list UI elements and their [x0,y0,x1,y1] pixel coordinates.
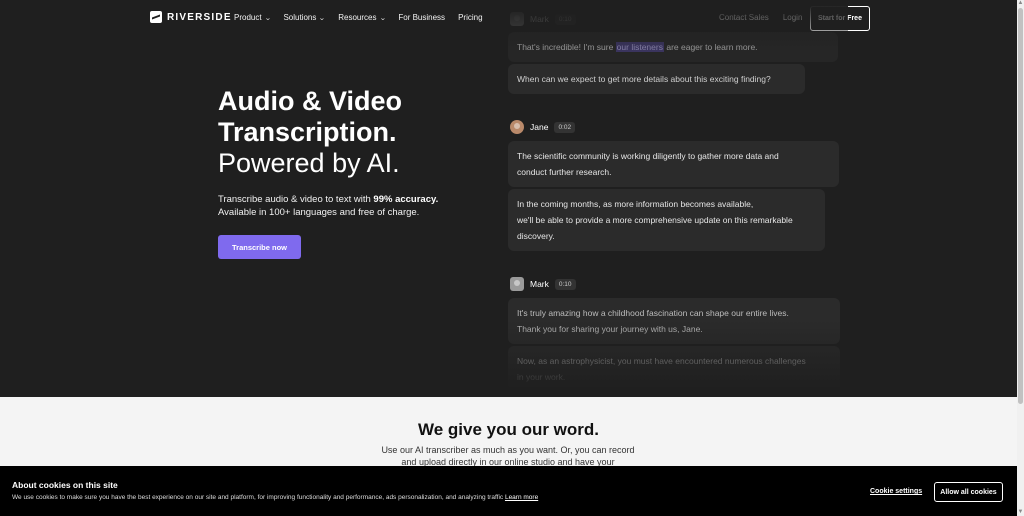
title-line-3: Powered by AI. [218,148,400,178]
title-line-1: Audio & Video [218,86,403,116]
highlighted-words: our listeners [615,42,664,52]
nav-links: Product ⌄ Solutions ⌄ Resources ⌄ For Bu… [234,13,483,22]
nav-solutions[interactable]: Solutions ⌄ [283,13,325,22]
msg-text: The scientific community is working dili… [517,151,779,161]
hero-subtitle: Transcribe audio & video to text with 99… [218,193,438,219]
speaker-mark-top: Mark 0:10 [510,12,576,26]
nav-pricing-label: Pricing [458,13,483,22]
transcript-demo: Mark 0:10 That's incredible! I'm sure ou… [508,0,848,397]
page-title: Audio & Video Transcription. Powered by … [218,86,402,179]
scroll-down-icon[interactable]: ▼ [1017,509,1024,516]
transcript-bubble: In the coming months, as more informatio… [508,189,825,251]
msg-text: Now, as an astrophysicist, you must have… [517,356,806,366]
scrollbar-thumb[interactable] [1018,8,1023,404]
timestamp-badge: 0:02 [554,121,576,133]
nav-resources-label: Resources [338,13,377,22]
msg-text: It's truly amazing how a childhood fasci… [517,308,789,318]
section-text-line-1: Use our AI transcriber as much as you wa… [381,445,635,455]
nav-for-business[interactable]: For Business [398,13,445,22]
msg-text: are eager to learn more. [663,42,758,52]
nav-solutions-label: Solutions [283,13,317,22]
subtitle-text: Transcribe audio & video to text with [218,194,374,205]
logo[interactable]: RIVERSIDE [150,11,232,23]
section-text: Use our AI transcriber as much as you wa… [358,444,658,468]
speaker-jane: Jane 0:02 [510,120,576,134]
transcript-bubble: The scientific community is working dili… [508,141,839,187]
logo-text: RIVERSIDE [167,11,232,23]
avatar [510,12,524,26]
section-title: We give you our word. [417,420,600,439]
cookie-banner: About cookies on this site We use cookie… [0,466,1017,516]
title-line-2: Transcription. [218,117,397,147]
transcript-bubble: Now, as an astrophysicist, you must have… [508,346,840,392]
speaker-name: Mark [530,279,549,289]
subtitle-line-2: Available in 100+ languages and free of … [218,207,420,218]
msg-text: we'll be able to provide a more comprehe… [517,215,793,225]
scroll-up-icon[interactable]: ▲ [1017,0,1024,7]
msg-text: discovery. [517,231,555,241]
nav-product-label: Product [234,13,262,22]
msg-text: Thank you for sharing your journey with … [517,324,703,334]
chevron-down-icon: ⌄ [263,14,272,22]
riverside-logo-icon [150,11,162,23]
subtitle-accuracy: 99% accuracy. [373,194,439,205]
speaker-name: Jane [530,122,549,132]
cookie-settings-button[interactable]: Cookie settings [870,488,922,495]
cookie-title: About cookies on this site [12,480,118,490]
transcript-bubble: When can we expect to get more details a… [508,64,805,94]
transcribe-now-button[interactable]: Transcribe now [218,235,301,259]
avatar [510,120,524,134]
cookie-text-body: We use cookies to make sure you have the… [12,494,505,501]
msg-text: in your work. [517,372,566,382]
nav-product[interactable]: Product ⌄ [234,13,272,22]
nav-resources[interactable]: Resources ⌄ [338,13,386,22]
timestamp-badge: 0:10 [554,278,576,290]
timestamp-badge: 0:10 [554,13,576,25]
hero-section: RIVERSIDE Product ⌄ Solutions ⌄ Resource… [0,0,1017,397]
chevron-down-icon: ⌄ [378,14,386,22]
msg-text: conduct further research. [517,167,612,177]
speaker-name: Mark [530,14,549,24]
scrollbar[interactable]: ▲ ▼ [1017,0,1024,516]
nav-pricing[interactable]: Pricing [458,13,482,22]
learn-more-link[interactable]: Learn more [505,494,538,501]
avatar [510,277,524,291]
cookie-text: We use cookies to make sure you have the… [12,494,538,501]
speaker-mark: Mark 0:10 [510,277,576,291]
transcript-bubble: It's truly amazing how a childhood fasci… [508,298,840,344]
allow-all-cookies-button[interactable]: Allow all cookies [934,482,1003,502]
msg-text: In the coming months, as more informatio… [517,199,754,209]
msg-text: When can we expect to get more details a… [517,74,771,84]
msg-text: That's incredible! I'm sure [517,42,616,52]
nav-for-business-label: For Business [398,13,446,22]
transcript-bubble: That's incredible! I'm sure our listener… [508,32,838,62]
chevron-down-icon: ⌄ [318,14,326,22]
